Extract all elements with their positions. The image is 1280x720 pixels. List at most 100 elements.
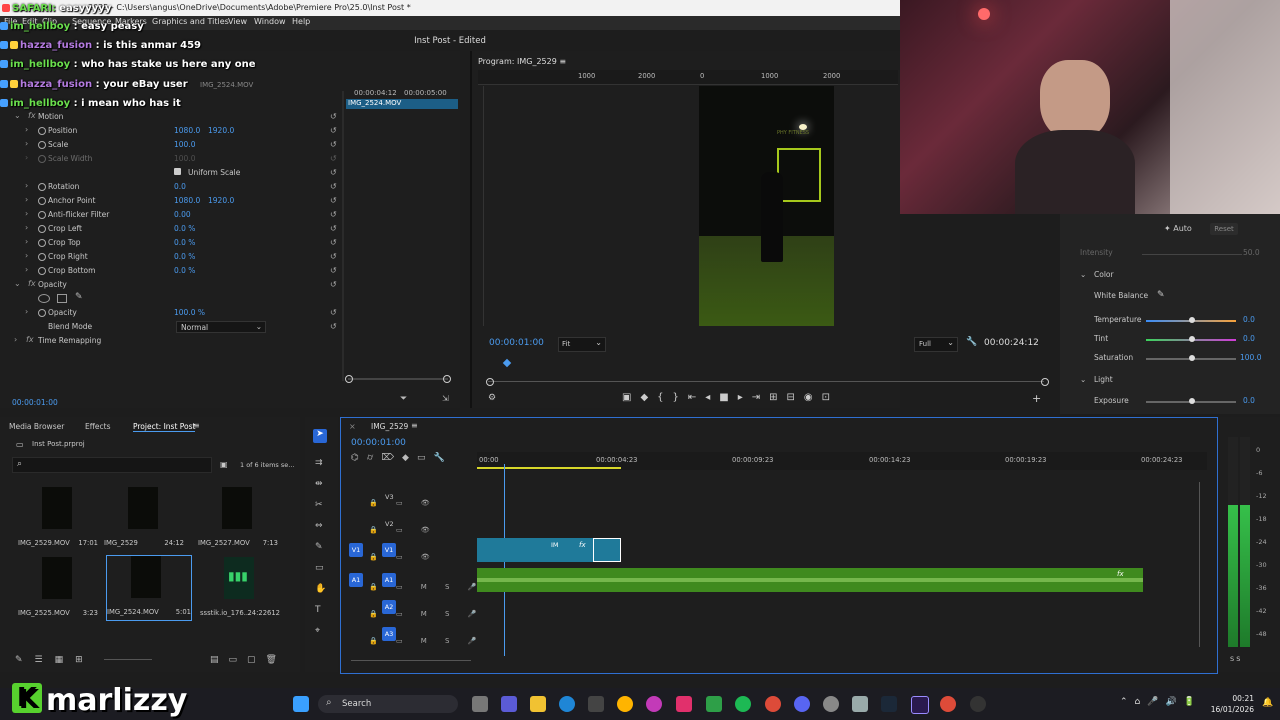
chrome-icon[interactable] [765, 696, 781, 712]
chrome-icon[interactable] [940, 696, 956, 712]
project-item[interactable]: IMG_2525.MOV 3:23 [18, 557, 98, 635]
excel-icon[interactable] [706, 696, 722, 712]
export-icon[interactable]: ⇲ [442, 394, 449, 403]
prop-value-x[interactable]: 1080.0 [174, 126, 200, 135]
edge-icon[interactable] [559, 696, 575, 712]
source-patch-v1[interactable]: V1 [349, 543, 363, 557]
chevron-right-icon[interactable]: › [25, 265, 28, 274]
ec-clip-bar[interactable]: IMG_2524.MOV [346, 99, 458, 109]
stopwatch-icon[interactable] [38, 183, 46, 191]
zoom-handle-left[interactable] [345, 375, 353, 383]
chevron-right-icon[interactable]: › [25, 181, 28, 190]
stopwatch-icon[interactable] [38, 211, 46, 219]
project-footer-actions[interactable]: ▤▭▢🗑 [210, 655, 287, 665]
uniform-scale-checkbox[interactable] [174, 168, 181, 175]
windows-start-icon[interactable] [293, 696, 309, 712]
obs-icon[interactable] [823, 696, 839, 712]
scrub-handle-right[interactable] [1041, 378, 1049, 386]
menu-view[interactable]: View [228, 17, 247, 26]
ellipse-mask-icon[interactable] [38, 294, 50, 303]
app-icon[interactable] [617, 696, 633, 712]
timeline-vertical-scrollbar[interactable] [1199, 482, 1200, 647]
reset-icon[interactable]: ↺ [330, 210, 337, 219]
prop-value[interactable]: 0.0 % [174, 252, 195, 261]
track-lock-icons[interactable]: 🔒 ▭ 👁 🔒 ▭ 👁 🔒 ▭ 👁 [369, 490, 438, 571]
stopwatch-icon[interactable] [38, 197, 46, 205]
project-item[interactable]: IMG_2529.MOV 17:01 [18, 487, 98, 565]
bin-icon[interactable]: ▣ [220, 460, 228, 469]
opera-icon[interactable] [646, 696, 662, 712]
close-icon[interactable]: × [349, 422, 356, 431]
chevron-down-icon[interactable]: ⌄ [14, 279, 21, 288]
slider-knob[interactable] [1189, 336, 1195, 342]
project-item[interactable]: IMG_2527.MOV 7:13 [198, 487, 278, 565]
zoom-slider[interactable] [104, 659, 152, 660]
stopwatch-icon[interactable] [38, 253, 46, 261]
prop-value[interactable]: 0.0 [174, 182, 186, 191]
blend-mode-select[interactable]: Normal ⌄ [176, 321, 266, 333]
saturation-value[interactable]: 100.0 [1240, 353, 1261, 362]
tab-project[interactable]: Project: Inst Post [133, 422, 196, 432]
task-view-icon[interactable] [472, 696, 488, 712]
menu-help[interactable]: Help [292, 17, 310, 26]
exposure-value[interactable]: 0.0 [1243, 396, 1255, 405]
prop-value[interactable]: 0.00 [174, 210, 191, 219]
filter-icon[interactable]: ⏷ [400, 394, 407, 404]
slider-knob[interactable] [1189, 355, 1195, 361]
slider-knob[interactable] [1189, 317, 1195, 323]
project-item-selected[interactable]: IMG_2524.MOV 5:01 [106, 555, 192, 621]
file-explorer-icon[interactable] [530, 696, 546, 712]
chevron-right-icon[interactable]: › [25, 139, 28, 148]
chevron-down-icon[interactable]: ⌄ [14, 111, 21, 120]
video-clip-selected[interactable] [593, 538, 621, 562]
project-search-input[interactable]: ⌕ [12, 457, 212, 473]
reset-icon[interactable]: ↺ [330, 252, 337, 261]
menu-icon[interactable]: ≡ [559, 57, 566, 66]
chevron-right-icon[interactable]: › [25, 251, 28, 260]
chevron-right-icon[interactable]: › [25, 125, 28, 134]
fit-select[interactable]: Fit ⌄ [558, 337, 606, 352]
discord-icon[interactable] [794, 696, 810, 712]
project-item[interactable]: IMG_2529 24:12 [104, 487, 184, 565]
stopwatch-icon[interactable] [38, 127, 46, 135]
reset-icon[interactable]: ↺ [330, 308, 337, 317]
instagram-icon[interactable] [676, 696, 692, 712]
reset-icon[interactable]: ↺ [330, 280, 337, 289]
auto-button[interactable]: ✦ Auto [1164, 224, 1192, 233]
reset-icon[interactable]: ↺ [330, 196, 337, 205]
timeline-tab[interactable]: IMG_2529 [371, 422, 408, 431]
stopwatch-icon[interactable] [38, 309, 46, 317]
add-button-icon[interactable]: + [1032, 392, 1041, 405]
clock[interactable]: 00:21 16/01/2026 [1206, 693, 1254, 715]
source-patch-a1[interactable]: A1 [349, 573, 363, 587]
menu-icon[interactable]: ≡ [193, 421, 200, 430]
stopwatch-icon[interactable] [38, 141, 46, 149]
audio-track-icons[interactable]: 🔒 ▭ M S 🎤 🔒 ▭ M S 🎤 🔒 ▭ M S 🎤 [369, 574, 484, 655]
reset-icon[interactable]: ↺ [330, 126, 337, 135]
prop-value[interactable]: 0.0 % [174, 238, 195, 247]
reset-icon[interactable]: ↺ [330, 182, 337, 191]
reset-icon[interactable]: ↺ [330, 168, 337, 177]
tab-media-browser[interactable]: Media Browser [9, 422, 64, 431]
chevron-right-icon[interactable]: › [25, 209, 28, 218]
slider-knob[interactable] [1189, 398, 1195, 404]
audio-clip[interactable]: fx [477, 568, 1143, 592]
program-tab[interactable]: Program: IMG_2529 ≡ [478, 57, 566, 66]
scrub-handle-left[interactable] [486, 378, 494, 386]
tool-stack[interactable]: ⇉ ⇹ ✂ ⇔ ✎ ▭ ✋ T ⌖ [315, 453, 326, 642]
pen-mask-icon[interactable]: ✎ [75, 292, 83, 302]
eyedropper-icon[interactable]: ✎ [1157, 290, 1165, 300]
program-timecode[interactable]: 00:00:01:00 [489, 338, 544, 348]
chevron-right-icon[interactable]: › [25, 195, 28, 204]
chevron-down-icon[interactable]: ⌄ [1080, 270, 1086, 279]
playhead-scrub-bar[interactable] [488, 381, 1044, 382]
steam-icon[interactable] [881, 696, 897, 712]
stopwatch-icon[interactable] [38, 267, 46, 275]
temperature-value[interactable]: 0.0 [1243, 315, 1255, 324]
menu-window[interactable]: Window [254, 17, 286, 26]
reset-icon[interactable]: ↺ [330, 224, 337, 233]
menu-graphics[interactable]: Graphics and Titles [152, 17, 229, 26]
chevron-right-icon[interactable]: › [25, 307, 28, 316]
selection-tool-icon[interactable]: ➤ [313, 429, 327, 443]
rect-mask-icon[interactable] [57, 294, 67, 303]
